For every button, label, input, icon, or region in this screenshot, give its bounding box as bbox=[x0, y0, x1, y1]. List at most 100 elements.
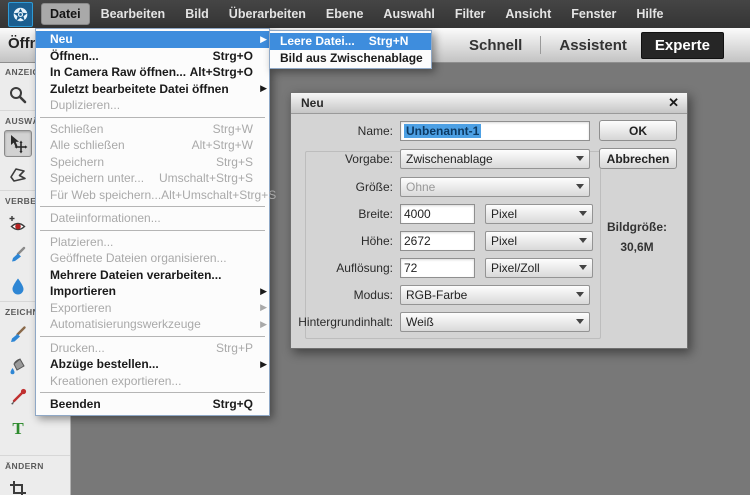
svg-text:T: T bbox=[12, 419, 24, 438]
hoehe-input[interactable] bbox=[400, 231, 475, 251]
menubar-item-hilfe[interactable]: Hilfe bbox=[627, 3, 672, 25]
menu-item-abzuege-bestellen[interactable]: Abzüge bestellen... ▶ bbox=[36, 356, 269, 373]
breite-label: Breite: bbox=[291, 207, 393, 221]
aufloesung-label: Auflösung: bbox=[291, 261, 393, 275]
breite-input-field[interactable] bbox=[404, 207, 471, 221]
menu-item-shortcut: Strg+O bbox=[213, 49, 253, 63]
eyedropper-tool-button[interactable] bbox=[4, 383, 32, 410]
new-submenu: Leere Datei...Strg+NBild aus Zwischenabl… bbox=[269, 30, 432, 69]
submenu-arrow-icon: ▶ bbox=[255, 34, 267, 45]
menu-item-label: Importieren bbox=[50, 284, 116, 298]
menu-item-label: Mehrere Dateien verarbeiten... bbox=[50, 268, 221, 282]
chevron-down-icon bbox=[576, 319, 584, 324]
tab-divider bbox=[540, 36, 541, 54]
groesse-label: Größe: bbox=[291, 180, 393, 194]
tool-section-label: ÄNDERN bbox=[0, 455, 70, 473]
menu-item-drucken: Drucken... Strg+P bbox=[36, 340, 269, 357]
eyedropper-tool-icon bbox=[8, 387, 28, 407]
menu-item-label: Drucken... bbox=[50, 341, 105, 355]
ok-button[interactable]: OK bbox=[599, 120, 677, 141]
text-tool-icon: T bbox=[8, 418, 28, 438]
mode-tab-experte[interactable]: Experte bbox=[641, 32, 724, 59]
file-menu: Neu ▶ Öffnen...Strg+OIn Camera Raw öffnen.… bbox=[35, 28, 270, 416]
hoehe-input-field[interactable] bbox=[404, 234, 471, 248]
modus-dropdown[interactable]: RGB-Farbe bbox=[400, 285, 590, 305]
cancel-button[interactable]: Abbrechen bbox=[599, 148, 677, 169]
dialog-titlebar[interactable]: Neu ✕ bbox=[291, 93, 687, 114]
menu-item-platzieren: Platzieren... bbox=[36, 234, 269, 251]
vorgabe-dropdown[interactable]: Zwischenablage bbox=[400, 149, 590, 169]
menu-item-label: Duplizieren... bbox=[50, 98, 120, 112]
menu-item-label: Kreationen exportieren... bbox=[50, 374, 181, 388]
menu-item-shortcut: Strg+N bbox=[369, 34, 409, 48]
menu-item-shortcut: Alt+Strg+W bbox=[192, 138, 253, 152]
menu-item-label: Abzüge bestellen... bbox=[50, 357, 159, 371]
paint-bucket-tool-button[interactable] bbox=[4, 352, 32, 379]
crop-tool-button[interactable] bbox=[4, 475, 32, 495]
hintergrund-dropdown[interactable]: Weiß bbox=[400, 312, 590, 332]
chevron-down-icon bbox=[576, 292, 584, 297]
menu-item-speichern: SpeichernStrg+S bbox=[36, 154, 269, 171]
menubar-item-fenster[interactable]: Fenster bbox=[562, 3, 625, 25]
tool-list bbox=[0, 473, 70, 495]
aufloesung-input[interactable] bbox=[400, 258, 475, 278]
menubar-item-ueberarbeiten[interactable]: Überarbeiten bbox=[220, 3, 315, 25]
breite-unit-dropdown[interactable]: Pixel bbox=[485, 204, 593, 224]
menubar-item-ebene[interactable]: Ebene bbox=[317, 3, 373, 25]
submenu-arrow-icon: ▶ bbox=[255, 302, 267, 313]
mode-tab-assistent[interactable]: Assistent bbox=[545, 32, 641, 59]
menu-item-label: Neu bbox=[50, 32, 73, 46]
smart-brush-tool-button[interactable] bbox=[4, 241, 32, 268]
move-tool-button[interactable] bbox=[4, 130, 32, 157]
breite-input[interactable] bbox=[400, 204, 475, 224]
red-eye-tool-button[interactable] bbox=[4, 210, 32, 237]
menu-item-importieren[interactable]: Importieren▶ bbox=[36, 283, 269, 300]
modus-value: RGB-Farbe bbox=[406, 288, 467, 302]
menu-item-mehrere-dateien-verarbeiten[interactable]: Mehrere Dateien verarbeiten... bbox=[36, 267, 269, 284]
text-tool-button[interactable]: T bbox=[4, 414, 32, 441]
menubar-item-filter[interactable]: Filter bbox=[446, 3, 495, 25]
menu-item-speichern-unter: Speichern unter...Umschalt+Strg+S bbox=[36, 170, 269, 187]
menu-item-leere-datei[interactable]: Leere Datei...Strg+N bbox=[270, 33, 431, 50]
menubar-item-bild[interactable]: Bild bbox=[176, 3, 218, 25]
menu-item-bild-aus-zwischenablage[interactable]: Bild aus Zwischenablage bbox=[270, 50, 431, 67]
hoehe-unit-dropdown[interactable]: Pixel bbox=[485, 231, 593, 251]
menubar-item-ansicht[interactable]: Ansicht bbox=[496, 3, 560, 25]
breite-unit-value: Pixel bbox=[491, 207, 517, 221]
menu-item-label: Für Web speichern... bbox=[50, 188, 161, 202]
menu-separator bbox=[40, 117, 265, 118]
menu-item-in-camera-raw-oeffnen[interactable]: In Camera Raw öffnen...Alt+Strg+O bbox=[36, 64, 269, 81]
menu-item-schliessen: SchließenStrg+W bbox=[36, 121, 269, 138]
chevron-down-icon bbox=[579, 238, 587, 243]
menu-item-dateiinformationen: Dateiinformationen... bbox=[36, 210, 269, 227]
menu-item-label: Alle schließen bbox=[50, 138, 125, 152]
menu-item-duplizieren: Duplizieren... bbox=[36, 97, 269, 114]
breite-row: Breite: Pixel bbox=[291, 203, 593, 224]
menubar-item-auswahl[interactable]: Auswahl bbox=[374, 3, 443, 25]
menu-item-zuletzt-bearbeitete-datei-oeffnen[interactable]: Zuletzt bearbeitete Datei öffnen▶ bbox=[36, 81, 269, 98]
groesse-dropdown[interactable]: Ohne bbox=[400, 177, 590, 197]
menu-item-geoeffnete-dateien-organisieren: Geöffnete Dateien organisieren... bbox=[36, 250, 269, 267]
menu-item-shortcut: Alt+Strg+O bbox=[190, 65, 253, 79]
menu-item-beenden[interactable]: BeendenStrg+Q bbox=[36, 396, 269, 413]
aufloesung-unit-dropdown[interactable]: Pixel/Zoll bbox=[485, 258, 593, 278]
photoshop-elements-logo-icon[interactable] bbox=[8, 2, 33, 27]
menu-item-shortcut: Strg+P bbox=[216, 341, 253, 355]
brush-tool-button[interactable] bbox=[4, 321, 32, 348]
submenu-arrow-icon: ▶ bbox=[255, 359, 267, 370]
lasso-tool-icon bbox=[8, 165, 28, 185]
name-input[interactable]: Unbenannt-1 bbox=[400, 121, 590, 141]
menu-item-label: Zuletzt bearbeitete Datei öffnen bbox=[50, 82, 229, 96]
lasso-tool-button[interactable] bbox=[4, 161, 32, 188]
menu-item-label: Exportieren bbox=[50, 301, 111, 315]
menubar-item-bearbeiten[interactable]: Bearbeiten bbox=[92, 3, 175, 25]
blur-tool-button[interactable] bbox=[4, 272, 32, 299]
zoom-tool-button[interactable] bbox=[4, 81, 32, 108]
menu-item-oeffnen[interactable]: Öffnen...Strg+O bbox=[36, 48, 269, 65]
aufloesung-input-field[interactable] bbox=[404, 261, 471, 275]
hintergrund-row: Hintergrundinhalt: Weiß bbox=[291, 311, 590, 332]
close-icon[interactable]: ✕ bbox=[668, 95, 679, 111]
menu-item-neu[interactable]: Neu ▶ bbox=[36, 31, 269, 48]
mode-tab-schnell[interactable]: Schnell bbox=[455, 32, 536, 59]
menubar-item-datei[interactable]: Datei bbox=[41, 3, 90, 25]
